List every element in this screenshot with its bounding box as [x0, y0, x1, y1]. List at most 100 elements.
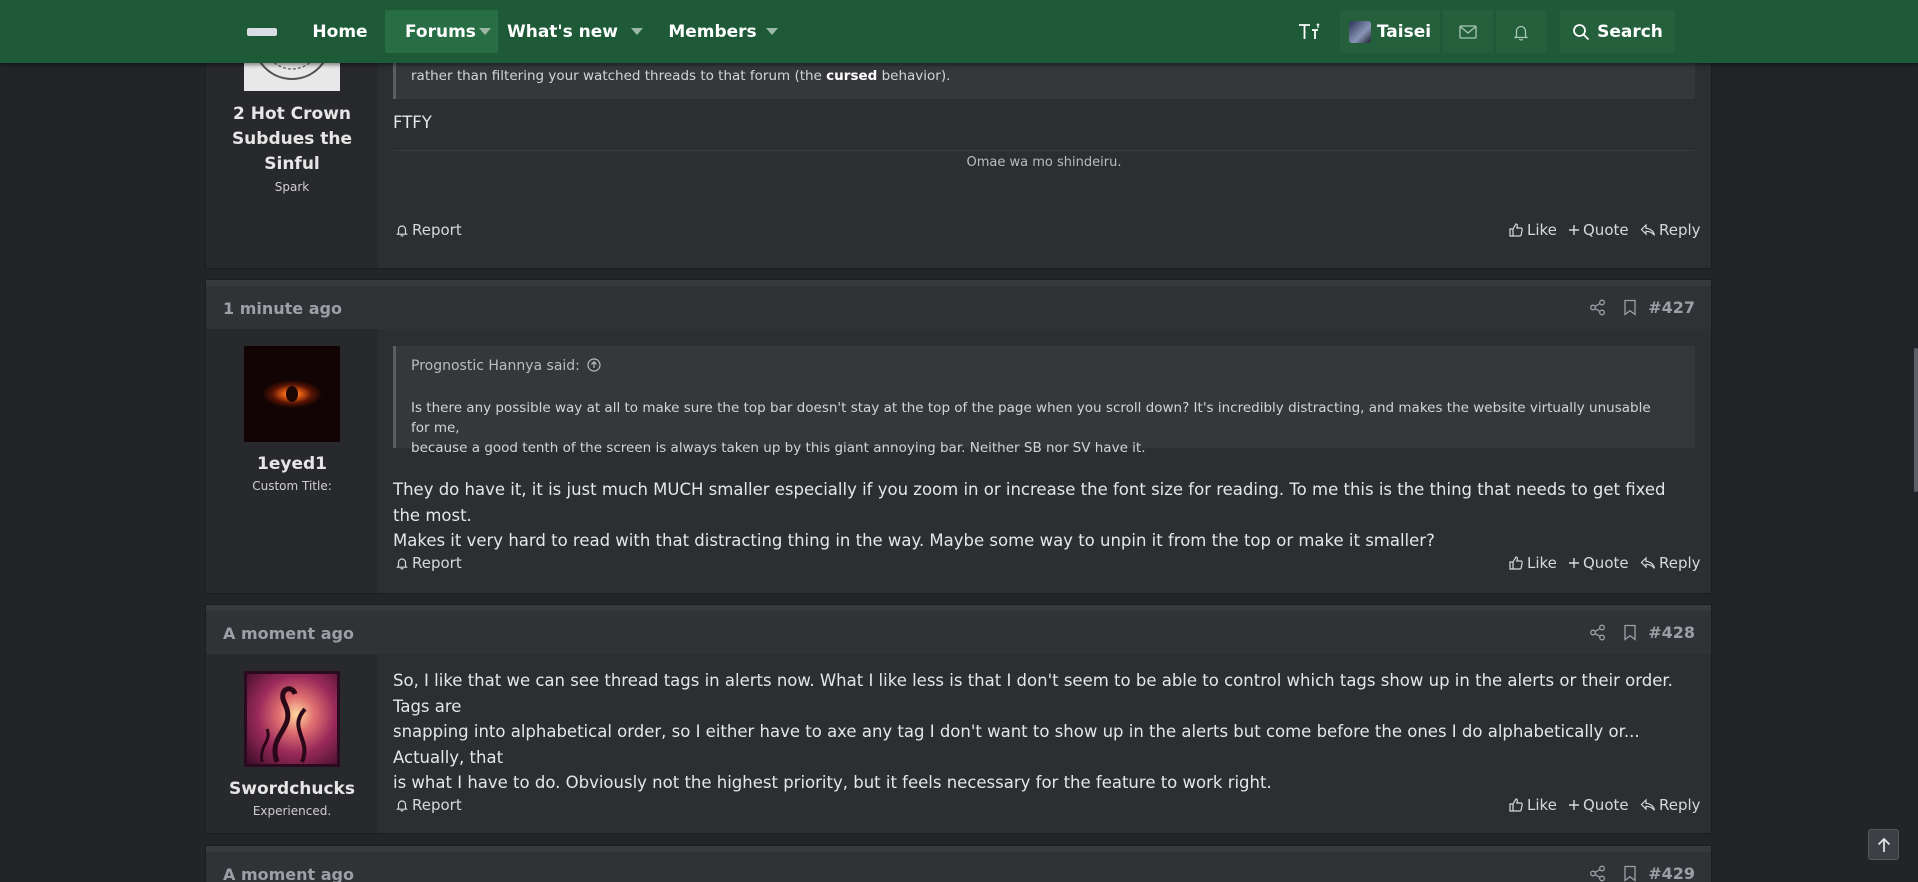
nav-home[interactable]: Home — [303, 10, 377, 53]
top-navigation-bar: Home Forums What's new Members Taisei Se… — [0, 0, 1918, 63]
search-button[interactable]: Search — [1560, 10, 1675, 53]
post-number[interactable]: #429 — [1648, 864, 1695, 882]
post-header: A moment ago #428 — [206, 605, 1711, 654]
quote-label: Quote — [1583, 554, 1629, 572]
quote-label: Quote — [1583, 221, 1629, 239]
bell-icon — [1513, 25, 1529, 41]
reply-label: Reply — [1659, 796, 1701, 814]
signature: Omae wa mo shindeiru. — [966, 155, 1122, 170]
avatar[interactable] — [244, 346, 340, 442]
nav-forums-label: Forums — [405, 21, 476, 42]
arrow-up-circle-icon[interactable] — [587, 358, 601, 372]
post-timestamp[interactable]: A moment ago — [223, 865, 354, 882]
post-number[interactable]: #428 — [1648, 623, 1695, 642]
report-label: Report — [412, 554, 462, 572]
plus-icon — [1569, 225, 1579, 235]
nav-members[interactable]: Members — [664, 10, 761, 53]
inbox-button[interactable] — [1443, 10, 1493, 53]
report-button[interactable]: Report — [395, 554, 462, 572]
thumbs-up-icon — [1509, 223, 1523, 237]
nav-members-label: Members — [668, 21, 757, 42]
like-button[interactable]: Like — [1508, 796, 1557, 814]
chevron-down-icon — [766, 28, 778, 35]
forums-dropdown-toggle[interactable] — [471, 10, 499, 53]
message-line: Makes it very hard to read with that dis… — [393, 531, 1435, 550]
thumbs-up-icon — [1509, 556, 1523, 570]
post-header: A moment ago #429 — [206, 846, 1711, 882]
post-number[interactable]: #427 — [1648, 298, 1695, 317]
user-menu[interactable]: Taisei — [1340, 10, 1440, 53]
username-line: 2 Hot Crown — [232, 104, 352, 124]
like-button[interactable]: Like — [1508, 221, 1557, 239]
user-cell: Swordchucks Experienced. — [206, 654, 378, 833]
font-size-toggle[interactable] — [1290, 10, 1328, 53]
nav-whats-new-label: What's new — [506, 21, 619, 42]
site-logo[interactable] — [247, 28, 277, 36]
quote-button[interactable]: Quote — [1568, 554, 1629, 572]
reply-button[interactable]: Reply — [1640, 554, 1701, 572]
report-label: Report — [412, 796, 462, 814]
report-button[interactable]: Report — [395, 221, 462, 239]
user-name: Taisei — [1376, 21, 1432, 42]
user-title: Experienced. — [252, 804, 332, 818]
whats-new-dropdown-toggle[interactable] — [623, 10, 651, 53]
share-icon[interactable] — [1589, 624, 1606, 641]
report-label: Report — [412, 221, 462, 239]
user-cell: 1eyed1 Custom Title: — [206, 329, 378, 593]
chevron-down-icon — [631, 28, 643, 35]
like-label: Like — [1527, 796, 1557, 814]
message-text: FTFY — [393, 113, 432, 132]
user-title: Spark — [274, 180, 310, 194]
like-button[interactable]: Like — [1508, 554, 1557, 572]
quote-line: Is there any possible way at all to make… — [411, 400, 1651, 436]
post: A moment ago #428 Swordchucks Experience… — [205, 604, 1712, 834]
avatar[interactable] — [244, 671, 340, 767]
chevron-down-icon — [479, 28, 491, 35]
quote-button[interactable]: Quote — [1568, 221, 1629, 239]
quote-author[interactable]: Prognostic Hannya said: — [411, 358, 601, 374]
members-dropdown-toggle[interactable] — [758, 10, 786, 53]
plus-icon — [1569, 800, 1579, 810]
reply-button[interactable]: Reply — [1640, 796, 1701, 814]
share-icon[interactable] — [1589, 299, 1606, 316]
plus-icon — [1569, 558, 1579, 568]
quote-text: Is there any possible way at all to make… — [411, 398, 1671, 458]
scroll-to-top-button[interactable] — [1868, 829, 1899, 860]
text-size-icon — [1299, 22, 1320, 39]
username-line: Subdues the — [231, 129, 353, 149]
bookmark-icon[interactable] — [1623, 624, 1637, 641]
quote-label: Quote — [1583, 796, 1629, 814]
quote-text: rather than filtering your watched threa… — [411, 68, 951, 84]
bell-icon — [396, 800, 408, 812]
signature-divider — [393, 150, 1695, 151]
nav-whats-new[interactable]: What's new — [505, 10, 620, 53]
arrow-up-icon — [1877, 837, 1890, 852]
username[interactable]: 2 Hot Crown Subdues the Sinful — [206, 102, 378, 177]
post-header: 1 minute ago #427 — [206, 280, 1711, 329]
message-text: They do have it, it is just much MUCH sm… — [393, 477, 1695, 554]
reply-icon — [1640, 798, 1656, 811]
envelope-icon — [1459, 24, 1477, 39]
bookmark-icon[interactable] — [1623, 865, 1637, 882]
quote-line: because a good tenth of the screen is al… — [411, 440, 1146, 456]
message-line: So, I like that we can see thread tags i… — [393, 671, 1673, 716]
username[interactable]: Swordchucks — [206, 777, 378, 802]
post-content: So, I like that we can see thread tags i… — [393, 654, 1695, 833]
report-button[interactable]: Report — [395, 796, 462, 814]
thumbs-up-icon — [1509, 798, 1523, 812]
post-content: Prognostic Hannya said: Is there any pos… — [393, 329, 1695, 593]
reply-button[interactable]: Reply — [1640, 221, 1701, 239]
post-timestamp[interactable]: A moment ago — [223, 624, 354, 643]
quote-button[interactable]: Quote — [1568, 796, 1629, 814]
message-line: is what I have to do. Obviously not the … — [393, 773, 1272, 792]
share-icon[interactable] — [1589, 865, 1606, 882]
alerts-button[interactable] — [1496, 10, 1546, 53]
post-timestamp[interactable]: 1 minute ago — [223, 299, 342, 318]
page-scrollbar[interactable] — [1914, 348, 1918, 492]
nav-home-label: Home — [312, 21, 368, 42]
post: A moment ago #429 — [205, 845, 1712, 882]
user-title: Custom Title: — [252, 479, 332, 493]
reply-icon — [1640, 223, 1656, 236]
username[interactable]: 1eyed1 — [206, 452, 378, 477]
bookmark-icon[interactable] — [1623, 299, 1637, 316]
